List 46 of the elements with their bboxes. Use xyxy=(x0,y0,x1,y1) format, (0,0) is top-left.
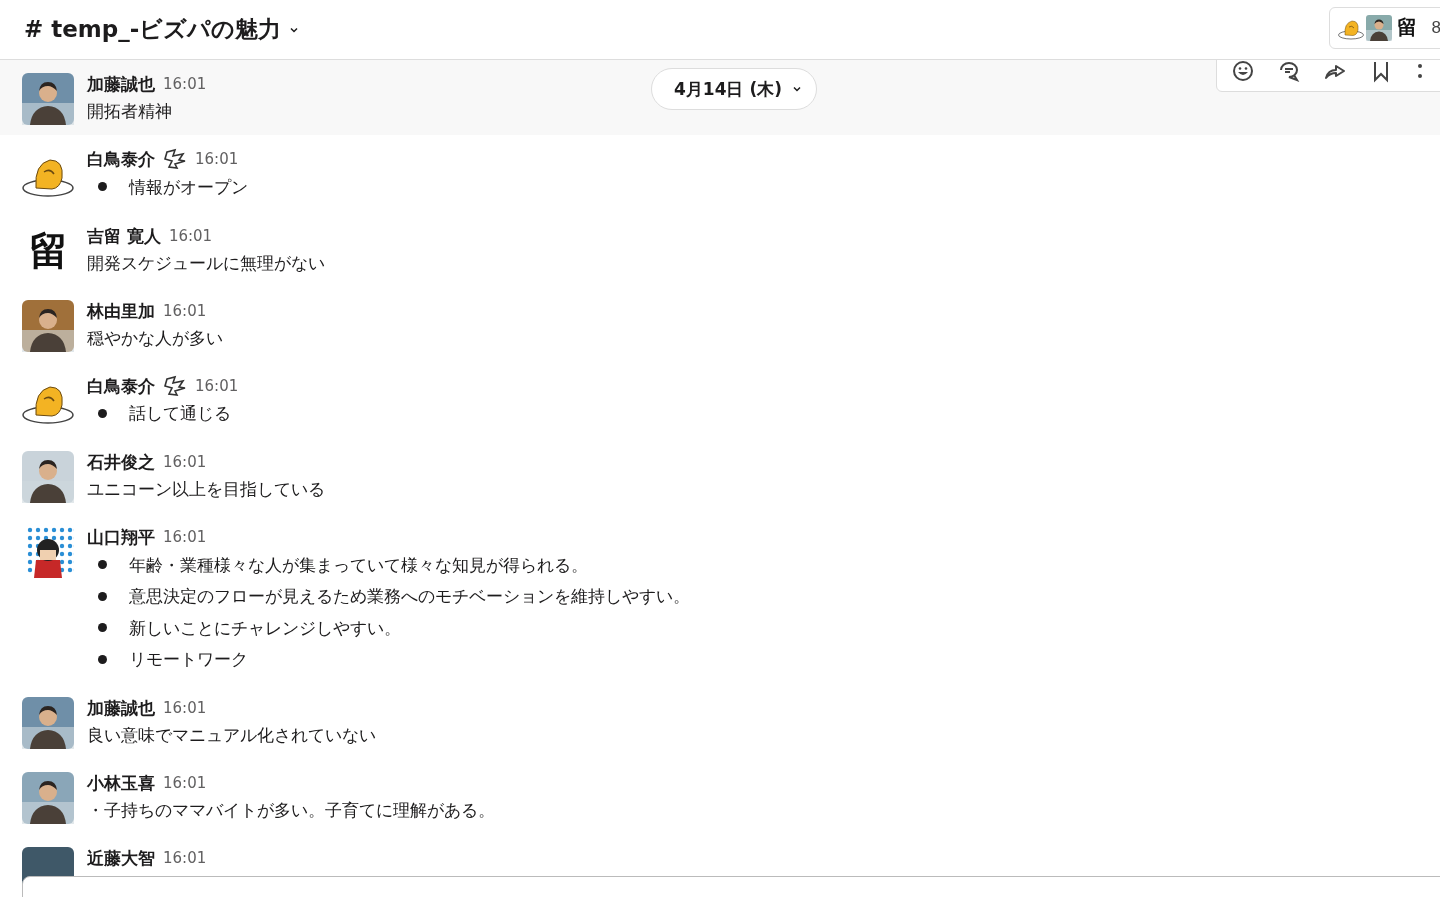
timestamp[interactable]: 16:01 xyxy=(195,147,239,171)
author-name[interactable]: 近藤大智 xyxy=(87,846,155,870)
bullet-icon xyxy=(98,654,107,664)
bullet-icon xyxy=(98,560,107,570)
message-text: リモートワーク xyxy=(129,648,248,672)
message-text: ・子持ちのママバイトが多い。子育てに理解がある。 xyxy=(87,799,495,822)
timestamp[interactable]: 16:01 xyxy=(163,72,207,96)
message-text: 話して通じる xyxy=(129,402,231,426)
message-text: 良い意味でマニュアル化されていない xyxy=(87,724,376,747)
author-name[interactable]: 加藤誠也 xyxy=(87,72,155,96)
timestamp[interactable]: 16:01 xyxy=(168,223,213,248)
message-text: 穏やかな人が多い xyxy=(87,326,223,350)
emoji-icon[interactable] xyxy=(1231,59,1255,83)
timestamp[interactable]: 16:01 xyxy=(163,771,207,795)
avatar-glyph: 留 xyxy=(27,225,69,275)
timestamp[interactable]: 16:01 xyxy=(163,450,207,474)
author-name[interactable]: 吉留 寛人 xyxy=(87,223,161,248)
author-name[interactable]: 山口翔平 xyxy=(87,525,155,549)
message-text: 開発スケジュールに無理がない xyxy=(87,251,325,275)
timestamp[interactable]: 16:01 xyxy=(163,298,207,323)
avatar-glyph: 留 xyxy=(1395,15,1418,41)
comment-icon[interactable] xyxy=(1277,59,1301,83)
message-text: 新しいことにチャレンジしやすい。 xyxy=(129,616,401,640)
author-name[interactable]: 小林玉喜 xyxy=(87,771,155,795)
author-name[interactable]: 白鳥泰介 xyxy=(87,373,155,398)
author-name[interactable]: 石井俊之 xyxy=(87,450,155,474)
timestamp[interactable]: 16:01 xyxy=(163,846,207,870)
date-divider-button[interactable]: 4月14日 (木) xyxy=(651,68,817,110)
message-text: 年齢・業種様々な人が集まっていて様々な知見が得られる。 xyxy=(129,553,588,577)
author-name[interactable]: 加藤誠也 xyxy=(87,696,155,720)
message-text: 開拓者精神 xyxy=(87,100,173,123)
message-text: 意思決定のフローが見えるため業務へのモチベーションを維持しやすい。 xyxy=(129,585,690,609)
chevron-icon xyxy=(791,84,802,94)
timestamp[interactable]: 16:01 xyxy=(163,525,207,549)
message-text: 情報がオープン xyxy=(129,175,248,199)
author-name[interactable]: 林由里加 xyxy=(87,298,155,323)
message-text: ユニコーン以上を目指している xyxy=(87,478,325,501)
bullet-icon xyxy=(98,623,107,633)
channel-title-button[interactable]: # temp_-ビズパの魅力 xyxy=(24,14,300,45)
members-button[interactable]: 留 8 xyxy=(1328,6,1440,49)
author-name[interactable]: 白鳥泰介 xyxy=(87,147,155,171)
timestamp[interactable]: 16:01 xyxy=(195,373,239,398)
bullet-icon xyxy=(98,182,107,192)
bullet-icon xyxy=(98,591,107,601)
timestamp[interactable]: 16:01 xyxy=(163,696,207,720)
bullet-icon xyxy=(98,408,107,418)
